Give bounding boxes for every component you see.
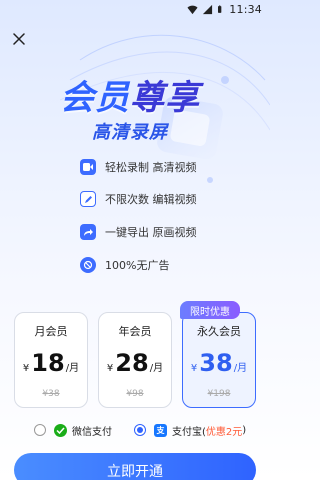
plan-name: 年会员 bbox=[118, 325, 152, 338]
plan-price: ¥ 18 /月 bbox=[15, 349, 87, 379]
currency-symbol: ¥ bbox=[190, 363, 198, 374]
pay-option-alipay[interactable]: 支 支付宝(优惠2元) bbox=[134, 421, 246, 439]
edit-icon bbox=[80, 191, 96, 207]
feature-no-ads: 100%无广告 bbox=[80, 255, 169, 275]
price-period: /月 bbox=[149, 363, 164, 374]
hero-subtitle: 高清录屏 bbox=[92, 122, 168, 143]
plan-name: 月会员 bbox=[34, 325, 68, 338]
wifi-icon bbox=[187, 5, 198, 14]
feature-edit: 不限次数 编辑视频 bbox=[80, 189, 197, 209]
video-record-icon bbox=[80, 159, 96, 175]
hero-title-part1: 会员 bbox=[60, 78, 130, 118]
alipay-promo: 优惠2元 bbox=[205, 426, 243, 438]
plan-name: 永久会员 bbox=[197, 325, 241, 338]
price-period: /月 bbox=[233, 363, 248, 374]
price-period: /月 bbox=[65, 363, 80, 374]
feature-record: 轻松录制 高清视频 bbox=[80, 157, 197, 177]
feature-label: 不限次数 编辑视频 bbox=[105, 193, 197, 206]
hero-title: 会员尊享 bbox=[60, 70, 200, 118]
signal-icon bbox=[203, 4, 213, 14]
battery-icon bbox=[218, 5, 222, 13]
close-icon bbox=[13, 33, 25, 45]
alipay-label: 支付宝( bbox=[172, 426, 206, 438]
currency-symbol: ¥ bbox=[22, 363, 30, 374]
plan-price: ¥ 28 /月 bbox=[99, 349, 171, 379]
alipay-label-close: ) bbox=[242, 424, 247, 436]
plan-lifetime[interactable]: 永久会员 ¥ 38 /月 ¥198 bbox=[182, 312, 256, 408]
alipay-icon: 支 bbox=[154, 423, 167, 437]
status-time: 11:34 bbox=[229, 2, 262, 16]
price-value: 18 bbox=[31, 349, 65, 377]
limited-offer-badge: 限时优惠 bbox=[180, 301, 240, 319]
plan-monthly[interactable]: 月会员 ¥ 18 /月 ¥38 bbox=[14, 312, 88, 408]
original-price: ¥98 bbox=[126, 389, 144, 399]
no-ads-icon bbox=[80, 257, 96, 273]
status-bar: 11:34 bbox=[0, 0, 270, 18]
price-value: 38 bbox=[199, 349, 233, 377]
currency-symbol: ¥ bbox=[106, 363, 114, 374]
pay-option-wechat[interactable]: 微信支付 bbox=[34, 421, 112, 439]
hero-title-part2: 尊享 bbox=[130, 78, 200, 118]
close-button[interactable] bbox=[10, 30, 28, 48]
feature-label: 100%无广告 bbox=[105, 259, 170, 272]
original-price: ¥38 bbox=[42, 389, 60, 399]
plan-price: ¥ 38 /月 bbox=[183, 349, 255, 379]
feature-label: 轻松录制 高清视频 bbox=[105, 161, 197, 174]
feature-label: 一键导出 原画视频 bbox=[105, 226, 197, 239]
plan-options: 月会员 ¥ 18 /月 ¥38 年会员 ¥ 28 /月 ¥98 永久会员 ¥ 3… bbox=[14, 308, 256, 408]
activate-button[interactable]: 立即开通 bbox=[14, 453, 256, 480]
share-export-icon bbox=[80, 224, 96, 240]
plan-yearly[interactable]: 年会员 ¥ 28 /月 ¥98 bbox=[98, 312, 172, 408]
wechat-label: 微信支付 bbox=[72, 426, 112, 438]
original-price: ¥198 bbox=[207, 389, 231, 399]
wechat-pay-icon bbox=[54, 423, 67, 437]
wechat-radio[interactable] bbox=[34, 424, 46, 436]
price-value: 28 bbox=[115, 349, 149, 377]
feature-export: 一键导出 原画视频 bbox=[80, 222, 197, 242]
alipay-radio[interactable] bbox=[134, 424, 146, 436]
